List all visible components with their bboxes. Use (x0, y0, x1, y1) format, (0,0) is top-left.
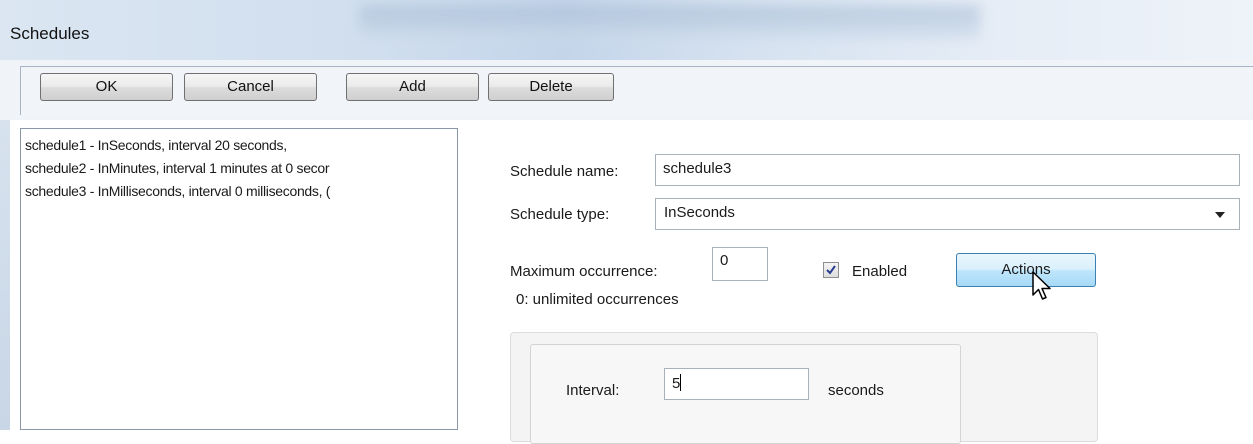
list-item[interactable]: schedule3 - InMilliseconds, interval 0 m… (25, 181, 330, 201)
actions-button[interactable]: Actions (956, 253, 1096, 287)
schedule-type-label: Schedule type: (510, 206, 610, 223)
window-left-border (0, 120, 10, 430)
title-bar-glass (360, 6, 980, 40)
cancel-button[interactable]: Cancel (184, 73, 317, 101)
schedule-type-value: InSeconds (664, 204, 735, 221)
enabled-checkbox[interactable] (823, 262, 839, 278)
schedule-type-select[interactable]: InSeconds (655, 198, 1240, 230)
add-button[interactable]: Add (346, 73, 479, 101)
window-title: Schedules (10, 24, 90, 43)
list-item[interactable]: schedule1 - InSeconds, interval 20 secon… (25, 135, 287, 155)
interval-unit-label: seconds (828, 382, 884, 399)
list-item[interactable]: schedule2 - InMinutes, interval 1 minute… (25, 158, 330, 178)
schedule-list[interactable]: schedule1 - InSeconds, interval 20 secon… (20, 128, 458, 430)
title-bar[interactable]: Schedules (0, 0, 1253, 60)
enabled-label: Enabled (852, 263, 908, 280)
interval-label: Interval: (566, 382, 620, 399)
occurrence-hint: 0: unlimited occurrences (516, 291, 679, 308)
chevron-down-icon[interactable] (1215, 212, 1225, 218)
text-caret (680, 374, 682, 391)
delete-button[interactable]: Delete (488, 73, 614, 101)
interval-value: 5 (672, 375, 681, 392)
max-occurrence-input[interactable]: 0 (712, 247, 768, 281)
max-occurrence-label: Maximum occurrence: (510, 263, 658, 280)
interval-input[interactable]: 5 (664, 368, 809, 400)
mouse-pointer-icon (1032, 271, 1051, 300)
schedule-name-input[interactable]: schedule3 (655, 154, 1240, 186)
ok-button[interactable]: OK (40, 73, 173, 101)
check-icon (826, 265, 836, 275)
schedule-name-label: Schedule name: (510, 163, 619, 180)
